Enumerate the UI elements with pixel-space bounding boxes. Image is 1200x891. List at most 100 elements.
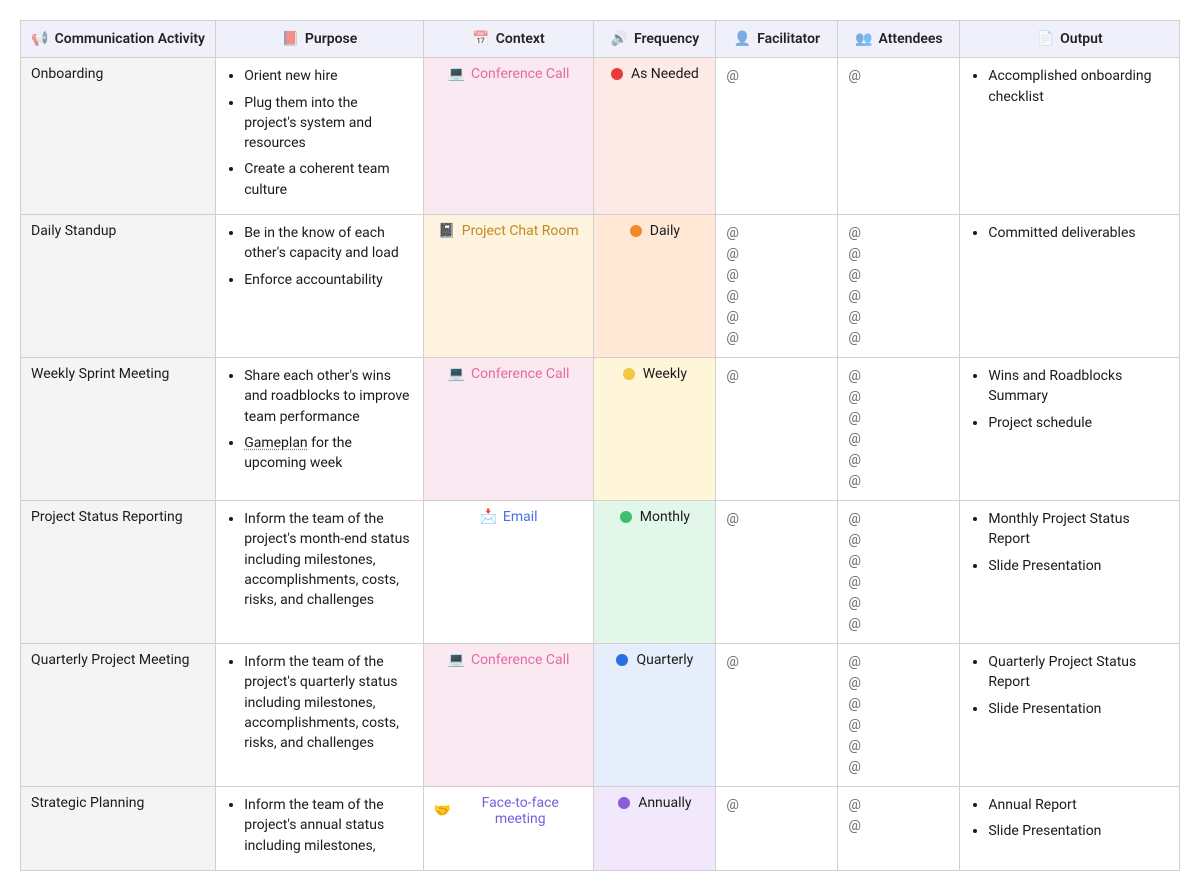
output-item: Quarterly Project Status Report bbox=[988, 652, 1169, 693]
frequency-dot-icon bbox=[616, 654, 628, 666]
mention-placeholder[interactable]: @ bbox=[848, 673, 949, 694]
purpose-item: Gameplan for the upcoming week bbox=[244, 433, 412, 474]
activity-cell: Onboarding bbox=[21, 58, 216, 215]
mention-placeholder[interactable]: @ bbox=[726, 328, 827, 349]
mention-placeholder[interactable]: @ bbox=[848, 307, 949, 328]
header-frequency: 🔊Frequency bbox=[594, 21, 716, 58]
frequency-label: Daily bbox=[650, 223, 680, 239]
mention-placeholder[interactable]: @ bbox=[848, 715, 949, 736]
attendees-cell: @@@@@@ bbox=[838, 644, 960, 787]
mention-placeholder[interactable]: @ bbox=[726, 652, 827, 673]
output-item: Slide Presentation bbox=[988, 556, 1169, 576]
header-frequency-label: Frequency bbox=[634, 31, 699, 47]
mention-placeholder[interactable]: @ bbox=[848, 551, 949, 572]
mention-placeholder[interactable]: @ bbox=[848, 694, 949, 715]
conference-icon: 💻 bbox=[448, 366, 465, 382]
frequency-badge: Quarterly bbox=[616, 652, 693, 668]
purpose-cell: Inform the team of the project's quarter… bbox=[216, 644, 423, 787]
output-cell: Wins and Roadblocks SummaryProject sched… bbox=[960, 358, 1180, 501]
frequency-cell: Daily bbox=[594, 215, 716, 358]
output-cell: Monthly Project Status ReportSlide Prese… bbox=[960, 501, 1180, 644]
context-cell: 🤝Face-to-face meeting bbox=[423, 787, 594, 871]
attendees-cell: @@ bbox=[838, 787, 960, 871]
frequency-label: Weekly bbox=[643, 366, 687, 382]
conference-icon: 💻 bbox=[448, 66, 465, 82]
communication-plan-table: 📢Communication Activity 📕Purpose 📅Contex… bbox=[20, 20, 1180, 871]
email-icon: 📩 bbox=[479, 509, 496, 525]
purpose-item: Inform the team of the project's annual … bbox=[244, 795, 412, 856]
output-item: Wins and Roadblocks Summary bbox=[988, 366, 1169, 407]
purpose-item: Orient new hire bbox=[244, 66, 412, 86]
output-item: Accomplished onboarding checklist bbox=[988, 66, 1169, 107]
mention-placeholder[interactable]: @ bbox=[848, 328, 949, 349]
conference-icon: 💻 bbox=[448, 652, 465, 668]
frequency-badge: Monthly bbox=[620, 509, 690, 525]
output-item: Committed deliverables bbox=[988, 223, 1169, 243]
mention-placeholder[interactable]: @ bbox=[848, 450, 949, 471]
mention-placeholder[interactable]: @ bbox=[848, 223, 949, 244]
mention-placeholder[interactable]: @ bbox=[726, 307, 827, 328]
mention-placeholder[interactable]: @ bbox=[848, 66, 949, 87]
mention-placeholder[interactable]: @ bbox=[848, 736, 949, 757]
context-badge: 🤝Face-to-face meeting bbox=[434, 795, 584, 827]
mention-placeholder[interactable]: @ bbox=[726, 509, 827, 530]
mention-placeholder[interactable]: @ bbox=[848, 244, 949, 265]
context-cell: 💻 Conference Call bbox=[423, 358, 594, 501]
mention-placeholder[interactable]: @ bbox=[848, 265, 949, 286]
mention-placeholder[interactable]: @ bbox=[726, 66, 827, 87]
header-facilitator-label: Facilitator bbox=[757, 31, 820, 47]
header-output-label: Output bbox=[1060, 31, 1103, 47]
mention-placeholder[interactable]: @ bbox=[848, 530, 949, 551]
context-cell: 💻Conference Call bbox=[423, 644, 594, 787]
frequency-dot-icon bbox=[611, 68, 623, 80]
context-label: Conference Call bbox=[471, 366, 570, 382]
frequency-badge: Annually bbox=[618, 795, 691, 811]
header-context-label: Context bbox=[496, 31, 545, 47]
mention-placeholder[interactable]: @ bbox=[726, 244, 827, 265]
header-context: 📅 Context bbox=[423, 21, 594, 58]
context-label: Face-to-face meeting bbox=[457, 795, 583, 827]
mention-placeholder[interactable]: @ bbox=[848, 614, 949, 635]
mention-placeholder[interactable]: @ bbox=[726, 286, 827, 307]
mention-placeholder[interactable]: @ bbox=[848, 757, 949, 778]
facilitator-cell: @ bbox=[716, 358, 838, 501]
table-row: Quarterly Project MeetingInform the team… bbox=[21, 644, 1180, 787]
mention-placeholder[interactable]: @ bbox=[726, 223, 827, 244]
output-item: Annual Report bbox=[988, 795, 1169, 815]
mention-placeholder[interactable]: @ bbox=[848, 816, 949, 837]
mention-placeholder[interactable]: @ bbox=[848, 387, 949, 408]
mention-placeholder[interactable]: @ bbox=[726, 265, 827, 286]
frequency-cell: Quarterly bbox=[594, 644, 716, 787]
book-icon: 📕 bbox=[281, 31, 298, 47]
activity-cell: Daily Standup bbox=[21, 215, 216, 358]
facilitator-cell: @@@@@@ bbox=[716, 215, 838, 358]
mention-placeholder[interactable]: @ bbox=[848, 408, 949, 429]
frequency-label: Quarterly bbox=[636, 652, 693, 668]
mention-placeholder[interactable]: @ bbox=[848, 429, 949, 450]
frequency-cell: Annually bbox=[594, 787, 716, 871]
mention-placeholder[interactable]: @ bbox=[848, 652, 949, 673]
mention-placeholder[interactable]: @ bbox=[726, 795, 827, 816]
facilitator-cell: @ bbox=[716, 501, 838, 644]
purpose-item: Plug them into the project's system and … bbox=[244, 93, 412, 154]
mention-placeholder[interactable]: @ bbox=[848, 366, 949, 387]
context-badge: 💻Conference Call bbox=[448, 66, 570, 82]
mention-placeholder[interactable]: @ bbox=[848, 593, 949, 614]
mention-placeholder[interactable]: @ bbox=[848, 286, 949, 307]
mention-placeholder[interactable]: @ bbox=[848, 509, 949, 530]
frequency-cell: As Needed bbox=[594, 58, 716, 215]
table-row: Strategic Planning Inform the team of the… bbox=[21, 787, 1180, 871]
document-icon: 📄 bbox=[1037, 31, 1054, 47]
mention-placeholder[interactable]: @ bbox=[726, 366, 827, 387]
frequency-label: Monthly bbox=[640, 509, 690, 525]
calendar-icon: 📅 bbox=[472, 31, 489, 47]
header-attendees: 👥Attendees bbox=[838, 21, 960, 58]
output-cell: Quarterly Project Status ReportSlide Pre… bbox=[960, 644, 1180, 787]
table-row: Daily StandupBe in the know of each othe… bbox=[21, 215, 1180, 358]
attendees-cell: @@@@@@ bbox=[838, 501, 960, 644]
frequency-cell: Weekly bbox=[594, 358, 716, 501]
activity-cell: Strategic Planning bbox=[21, 787, 216, 871]
mention-placeholder[interactable]: @ bbox=[848, 471, 949, 492]
mention-placeholder[interactable]: @ bbox=[848, 572, 949, 593]
mention-placeholder[interactable]: @ bbox=[848, 795, 949, 816]
